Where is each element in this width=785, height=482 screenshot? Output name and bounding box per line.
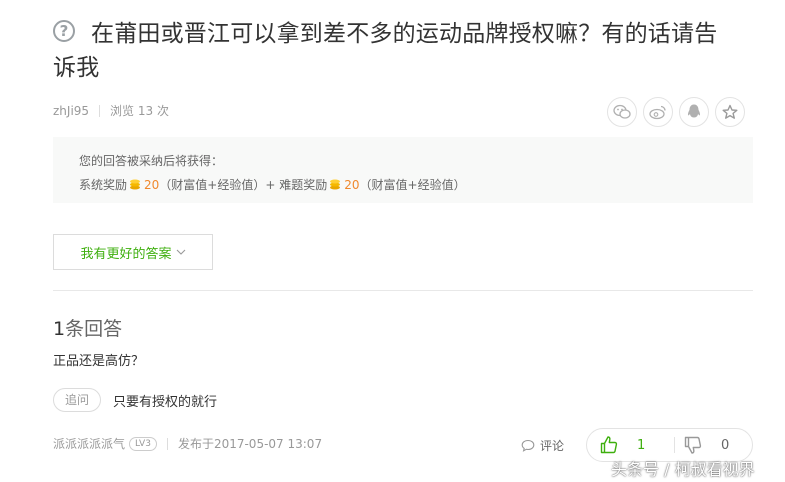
difficulty-reward-value: 20 <box>344 178 360 192</box>
downvote-button[interactable]: 0 <box>683 435 729 455</box>
vote-divider <box>674 437 675 453</box>
star-icon <box>722 104 738 119</box>
publish-time: 发布于2017-05-07 13:07 <box>177 437 323 451</box>
question-title: 在莆田或晋江可以拿到差不多的运动品牌授权嘛？有的话请告 诉我 <box>53 17 753 85</box>
answer-count-label: 条回答 <box>65 318 123 340</box>
meta-divider <box>166 438 168 450</box>
coin-icon <box>130 179 141 190</box>
reward-box: 您的回答被采纳后将获得： 系统奖励 20（财富值+经验值）+ 难题奖励 20（财富值… <box>53 137 753 203</box>
comment-icon <box>521 439 535 452</box>
followup-row: 追问 只要有授权的就行 <box>53 388 217 412</box>
upvote-button[interactable]: 1 <box>599 435 645 455</box>
wechat-share-button[interactable] <box>607 97 637 127</box>
followup-text: 只要有授权的就行 <box>113 394 218 410</box>
better-answer-label: 我有更好的答案 <box>80 246 172 262</box>
comment-label: 评论 <box>540 439 565 453</box>
better-answer-button[interactable]: 我有更好的答案 <box>53 234 213 270</box>
reward-detail: 系统奖励 20（财富值+经验值）+ 难题奖励 20（财富值+经验值） <box>79 173 753 197</box>
favorite-button[interactable] <box>715 97 745 127</box>
chevron-down-icon <box>176 249 185 255</box>
section-divider <box>53 290 753 291</box>
difficulty-reward-label: 难题奖励 <box>279 178 328 192</box>
difficulty-reward-suffix: （财富值+经验值） <box>359 178 466 192</box>
weibo-icon <box>649 105 666 120</box>
qq-share-button[interactable] <box>679 97 709 127</box>
view-count: 浏览 13 次 <box>110 104 169 118</box>
comment-button[interactable]: 评论 <box>521 437 564 454</box>
answer-author[interactable]: 派派派派派气 <box>53 436 125 452</box>
answer-meta: 派派派派派气 LV3 发布于2017-05-07 13:07 <box>53 436 322 452</box>
system-reward-value: 20 <box>144 178 160 192</box>
coin-icon <box>330 179 341 190</box>
question-meta: zhJi95 浏览 13 次 <box>53 103 169 119</box>
system-reward-suffix: （财富值+经验值）+ <box>159 178 276 192</box>
watermark: 头条号 / 柯叔看视界 <box>611 460 755 479</box>
question-title-line2: 诉我 <box>53 55 100 81</box>
thumbs-down-icon <box>684 436 702 454</box>
answer-content: 正品还是高仿？ <box>53 354 145 369</box>
question-title-line1: 在莆田或晋江可以拿到差不多的运动品牌授权嘛？有的话请告 <box>91 21 718 47</box>
thumbs-up-icon <box>600 436 618 454</box>
meta-divider <box>99 105 101 117</box>
question-mark-icon: ? <box>53 20 75 42</box>
level-badge: LV3 <box>129 437 157 451</box>
answer-count: 1条回答 <box>53 316 122 342</box>
qq-icon <box>687 104 701 118</box>
question-header: ? 在莆田或晋江可以拿到差不多的运动品牌授权嘛？有的话请告 诉我 <box>53 17 753 85</box>
system-reward-label: 系统奖励 <box>79 178 128 192</box>
downvote-count: 0 <box>721 437 730 453</box>
question-author[interactable]: zhJi95 <box>53 104 89 118</box>
followup-tag: 追问 <box>53 388 102 412</box>
upvote-count: 1 <box>637 437 646 453</box>
wechat-icon <box>613 104 631 119</box>
answer-count-number: 1 <box>53 318 66 340</box>
reward-intro: 您的回答被采纳后将获得： <box>79 154 224 168</box>
weibo-share-button[interactable] <box>643 97 673 127</box>
share-bar <box>607 97 745 127</box>
